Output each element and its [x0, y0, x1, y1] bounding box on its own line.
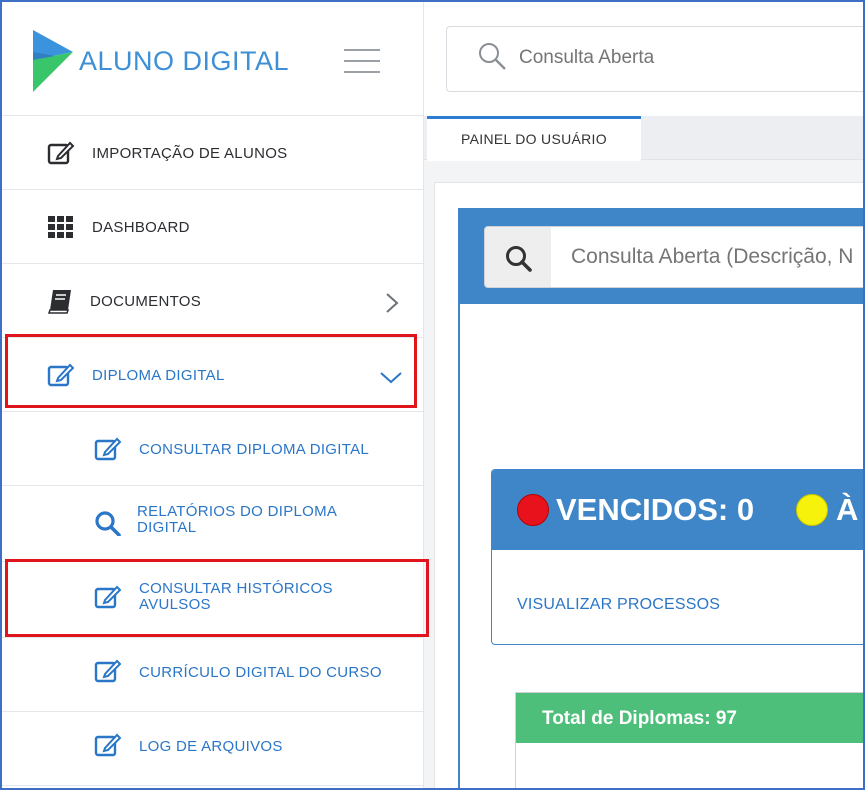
panel-search-input[interactable]: [551, 226, 863, 288]
book-icon: [47, 290, 71, 314]
sidebar-item-relatorios-diploma-digital[interactable]: RELATÓRIOS DO DIPLOMA DIGITAL: [2, 486, 424, 562]
sidebar-item-curriculo-digital-curso[interactable]: CURRÍCULO DIGITAL DO CURSO: [2, 638, 424, 712]
menu-toggle-button[interactable]: [344, 46, 382, 76]
sidebar-item-label: LOG DE ARQUIVOS: [139, 738, 283, 755]
label-line-1: RELATÓRIOS DO DIPLOMA: [137, 503, 338, 520]
top-bar: [424, 2, 863, 116]
sidebar-item-label: DOCUMENTOS: [90, 293, 202, 310]
chevron-right-icon: [386, 293, 399, 313]
sidebar-item-label: DASHBOARD: [92, 219, 190, 236]
sidebar-item-dashboard[interactable]: DASHBOARD: [2, 190, 424, 264]
total-diplomas-title: Total de Diplomas: 97: [542, 708, 737, 729]
search-icon: [95, 511, 121, 536]
top-search-box[interactable]: [446, 26, 863, 92]
edit-icon: [47, 141, 75, 165]
search-icon: [506, 246, 532, 272]
sidebar-item-log-arquivos[interactable]: LOG DE ARQUIVOS: [2, 712, 424, 786]
edit-icon: [94, 659, 122, 683]
vencidos-count: VENCIDOS: 0: [556, 492, 755, 527]
yellow-status-dot-icon: [796, 494, 828, 526]
top-search-input[interactable]: [519, 47, 859, 69]
panel-search-button[interactable]: [484, 226, 552, 288]
edit-icon: [94, 437, 122, 461]
diplomas-card: Total de Diplomas: 97: [515, 692, 863, 788]
brand-header: ALUNO DIGITAL: [2, 2, 424, 116]
sidebar-item-label: IMPORTAÇÃO DE ALUNOS: [92, 145, 288, 162]
sidebar-item-label: RELATÓRIOS DO DIPLOMA DIGITAL: [137, 504, 337, 536]
highlight-box-historicos-avulsos: [5, 559, 429, 637]
grid-icon: [48, 216, 73, 238]
edit-icon: [94, 733, 122, 757]
diplomas-card-header: Total de Diplomas: 97: [516, 693, 863, 743]
status-next-label: À: [836, 492, 859, 527]
status-card: VENCIDOS: 0 À VISUALIZAR PROCESSOS: [491, 469, 863, 645]
sidebar-item-documentos[interactable]: DOCUMENTOS: [2, 264, 424, 338]
logo-icon: [33, 30, 73, 92]
status-card-header: VENCIDOS: 0 À: [492, 470, 863, 550]
highlight-box-diploma-digital: [5, 334, 417, 408]
search-icon: [479, 43, 506, 70]
sidebar-item-importacao-alunos[interactable]: IMPORTAÇÃO DE ALUNOS: [2, 116, 424, 190]
brand-name: ALUNO DIGITAL: [79, 46, 290, 76]
tab-bar: PAINEL DO USUÁRIO: [424, 116, 863, 161]
app-frame: ALUNO DIGITAL IMPORTAÇÃO DE ALUNOS DASHB…: [0, 0, 865, 790]
sidebar-item-consultar-diploma-digital[interactable]: CONSULTAR DIPLOMA DIGITAL: [2, 412, 424, 486]
tab-painel-do-usuario[interactable]: PAINEL DO USUÁRIO: [427, 116, 641, 161]
visualizar-processos-link[interactable]: VISUALIZAR PROCESSOS: [517, 596, 720, 614]
label-line-2: DIGITAL: [137, 519, 197, 536]
sidebar: ALUNO DIGITAL IMPORTAÇÃO DE ALUNOS DASHB…: [2, 2, 429, 788]
sidebar-item-label: CONSULTAR DIPLOMA DIGITAL: [139, 441, 370, 458]
red-status-dot-icon: [517, 494, 549, 526]
sidebar-item-label: CURRÍCULO DIGITAL DO CURSO: [139, 664, 382, 681]
